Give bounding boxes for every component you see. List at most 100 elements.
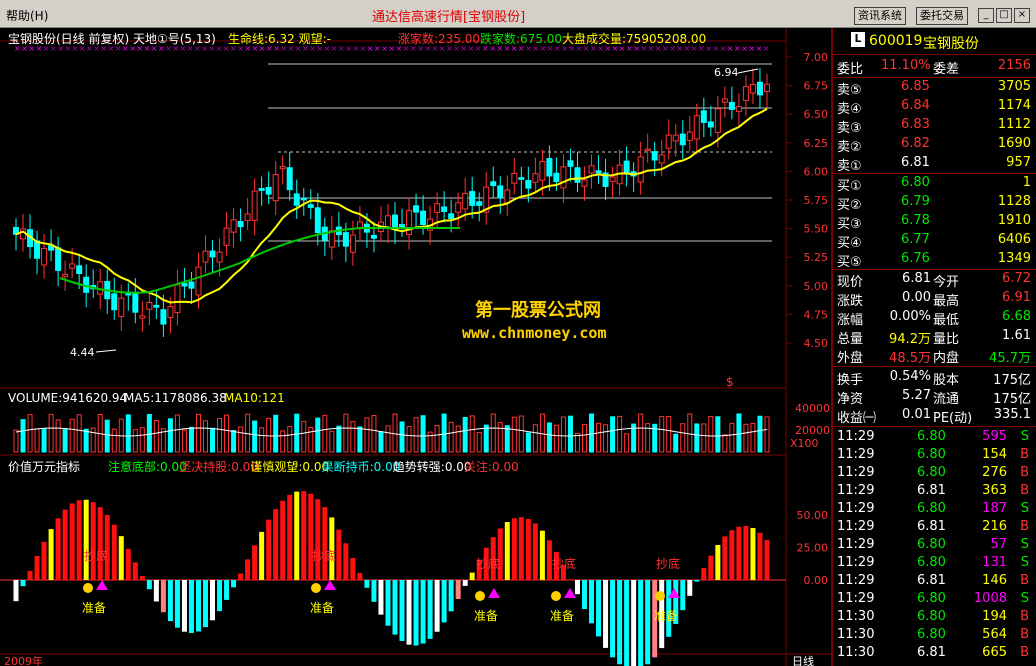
tick-row[interactable]: 11:30 6.80 194 B bbox=[833, 608, 1036, 626]
volume-bar bbox=[743, 423, 749, 453]
volume-bar bbox=[511, 416, 517, 453]
stat-label: 净资 bbox=[837, 392, 864, 407]
news-system-button[interactable]: 资讯系统 bbox=[854, 7, 906, 25]
title-bar: 帮助(H) 通达信高速行情[宝钢股份] 资讯系统 委托交易 _ □ × bbox=[0, 0, 1036, 28]
tick-side: S bbox=[1020, 429, 1029, 444]
buy-row[interactable]: 买② 6.79 1128 bbox=[833, 193, 1036, 213]
maximize-icon[interactable]: □ bbox=[996, 8, 1012, 23]
buy-row[interactable]: 买① 6.80 1 bbox=[833, 174, 1036, 194]
volume-bar bbox=[617, 415, 623, 453]
tick-row[interactable]: 11:29 6.80 595 S bbox=[833, 428, 1036, 446]
tick-time: 11:29 bbox=[837, 501, 875, 516]
tick-row[interactable]: 11:29 6.80 187 S bbox=[833, 500, 1036, 518]
volume-bar bbox=[378, 431, 384, 453]
candle-body bbox=[111, 293, 118, 311]
candle-body bbox=[230, 219, 237, 233]
tick-row[interactable]: 11:29 6.80 276 B bbox=[833, 464, 1036, 482]
tick-price: 6.80 bbox=[917, 501, 946, 516]
signal-bottom-label: 抄底 bbox=[476, 556, 500, 571]
stat-label: 最高 bbox=[933, 294, 960, 309]
tick-row[interactable]: 11:29 6.81 216 B bbox=[833, 518, 1036, 536]
sell-row[interactable]: 卖② 6.82 1690 bbox=[833, 135, 1036, 155]
candle-body bbox=[223, 227, 230, 246]
tick-side: B bbox=[1020, 627, 1029, 642]
stat-label: 涨跌 bbox=[837, 294, 864, 309]
candle-body bbox=[490, 181, 497, 187]
volume-bar bbox=[673, 433, 679, 453]
tick-price: 6.80 bbox=[917, 465, 946, 480]
buy-row[interactable]: 买③ 6.78 1910 bbox=[833, 212, 1036, 232]
candle-body bbox=[195, 266, 202, 296]
volume-bar bbox=[174, 414, 180, 453]
volume-bar bbox=[392, 413, 398, 453]
volume-bar bbox=[483, 424, 489, 453]
tick-row[interactable]: 11:29 6.80 154 B bbox=[833, 446, 1036, 464]
volume-bar bbox=[343, 413, 349, 453]
window-title: 通达信高速行情[宝钢股份] bbox=[372, 10, 526, 25]
indicator-bar bbox=[238, 573, 244, 580]
tick-price: 6.80 bbox=[917, 429, 946, 444]
candle-body bbox=[532, 173, 539, 183]
low-label: 4.44 bbox=[70, 346, 95, 359]
indicator-bar bbox=[343, 543, 349, 580]
price-tick-label: 4.75 bbox=[804, 308, 829, 321]
volume-bar bbox=[518, 415, 524, 453]
indicator-bar bbox=[13, 580, 19, 602]
buy-row[interactable]: 买④ 6.77 6406 bbox=[833, 231, 1036, 251]
volume-bar bbox=[539, 413, 545, 453]
indicator-tick-label: 25.00 bbox=[797, 542, 829, 555]
trade-button[interactable]: 委托交易 bbox=[916, 7, 968, 25]
sell-row[interactable]: 卖⑤ 6.85 3705 bbox=[833, 78, 1036, 98]
indicator-bar bbox=[399, 580, 405, 641]
indicator-bar bbox=[441, 580, 447, 623]
indicator-bar bbox=[259, 531, 265, 580]
price-tick-label: 4.50 bbox=[804, 337, 829, 350]
volume-bar bbox=[322, 414, 328, 453]
indicator-bar bbox=[174, 580, 180, 628]
stat-value: 0.54% bbox=[889, 369, 931, 384]
indicator-bar bbox=[715, 544, 721, 580]
signal-coin bbox=[311, 583, 321, 593]
volume-bar bbox=[659, 416, 665, 453]
fall-count-label: 跌家数:675.00 bbox=[480, 32, 563, 46]
indicator-bar bbox=[294, 491, 300, 580]
tick-row[interactable]: 11:30 6.80 564 B bbox=[833, 626, 1036, 644]
signal-ready-label: 准备 bbox=[310, 601, 334, 615]
signal-mark: × bbox=[720, 44, 727, 53]
help-menu[interactable]: 帮助(H) bbox=[6, 7, 48, 24]
tick-price: 6.80 bbox=[917, 537, 946, 552]
order-ratio-row: 委比 11.10% 委差 2156 bbox=[833, 57, 1036, 77]
sell-row[interactable]: 卖① 6.81 957 bbox=[833, 154, 1036, 174]
buy-label: 买④ bbox=[837, 236, 862, 251]
tick-row[interactable]: 11:29 6.81 363 B bbox=[833, 482, 1036, 500]
tick-side: B bbox=[1020, 645, 1029, 660]
tick-volume: 564 bbox=[982, 627, 1007, 642]
signal-mark: × bbox=[338, 44, 345, 53]
volume-bar bbox=[132, 429, 138, 453]
watermark-title: 第一股票公式网 bbox=[475, 300, 601, 321]
period-label: 日线 bbox=[792, 654, 814, 666]
buy-row[interactable]: 买⑤ 6.76 1349 bbox=[833, 250, 1036, 270]
sell-row[interactable]: 卖④ 6.84 1174 bbox=[833, 97, 1036, 117]
volume-bar bbox=[441, 413, 447, 453]
stat-label: 收益㈠ bbox=[837, 411, 877, 426]
candle-body bbox=[342, 232, 349, 247]
close-icon[interactable]: × bbox=[1014, 8, 1030, 23]
buy-volume: 1128 bbox=[997, 194, 1031, 209]
indicator-bar bbox=[385, 580, 391, 626]
chart-area[interactable]: 7.00 6.75 6.50 6.25 6.00 5.75 5.50 5.25 5.00 4.75… bbox=[0, 28, 832, 666]
volume-bar bbox=[399, 421, 405, 453]
sell-row[interactable]: 卖③ 6.83 1112 bbox=[833, 116, 1036, 136]
candle-body bbox=[216, 251, 223, 263]
indicator-bar bbox=[497, 528, 503, 580]
tick-row[interactable]: 11:29 6.80 57 S bbox=[833, 536, 1036, 554]
tick-row[interactable]: 11:30 6.81 665 B bbox=[833, 644, 1036, 662]
minimize-icon[interactable]: _ bbox=[978, 8, 994, 23]
indicator-bar bbox=[188, 580, 194, 633]
tick-price: 6.81 bbox=[917, 519, 946, 534]
signal-mark: × bbox=[388, 44, 395, 53]
tick-row[interactable]: 11:29 6.80 131 S bbox=[833, 554, 1036, 572]
tick-row[interactable]: 11:29 6.81 146 B bbox=[833, 572, 1036, 590]
tick-row[interactable]: 11:29 6.80 1008 S bbox=[833, 590, 1036, 608]
volume-bar bbox=[638, 413, 644, 453]
